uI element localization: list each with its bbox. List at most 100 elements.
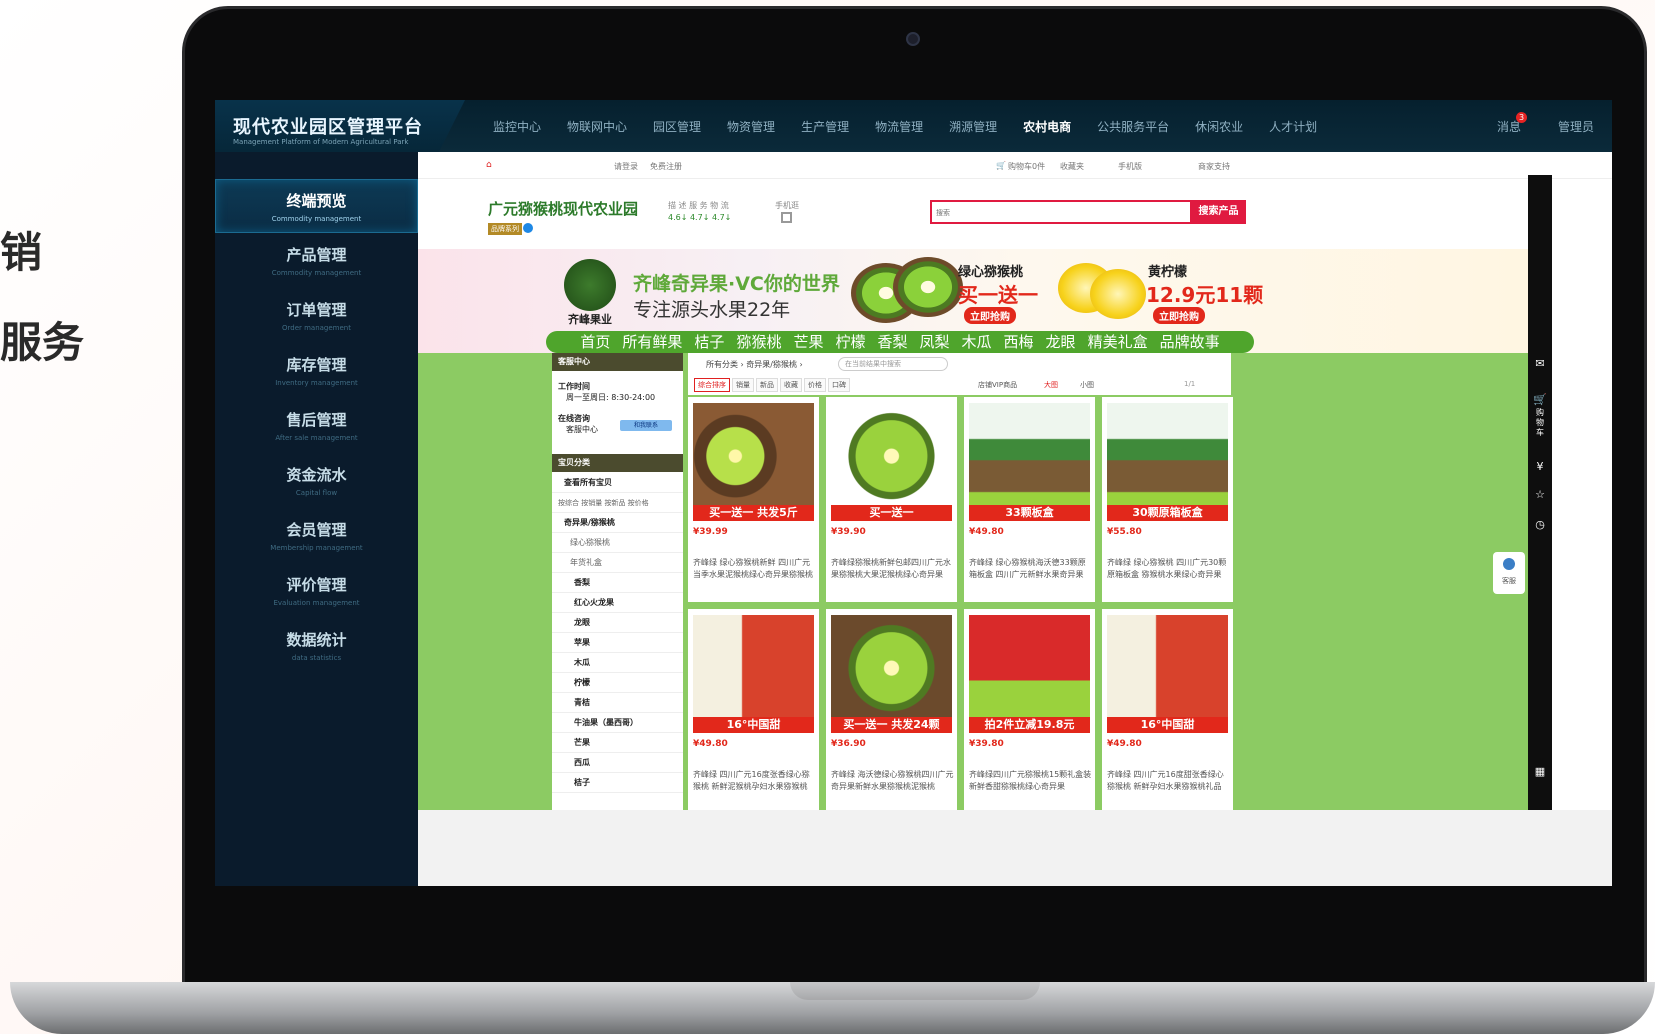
nav-list: 监控中心 物联网中心 园区管理 物资管理 生产管理 物流管理 溯源管理 农村电商… bbox=[493, 118, 1343, 135]
sidebar-item-products[interactable]: 产品管理 Commodity management bbox=[215, 234, 418, 288]
cat-kiwi-group[interactable]: 奇异果/猕猴桃 bbox=[552, 513, 683, 533]
login-link[interactable]: 请登录 bbox=[614, 161, 638, 172]
breadcrumb: 所有分类 › 奇异果/猕猴桃 › bbox=[706, 360, 803, 369]
sidebar-item-orders[interactable]: 订单管理 Order management bbox=[215, 289, 418, 343]
product-price: ¥36.90 bbox=[831, 739, 866, 749]
cat-sub-item[interactable]: 年货礼盒 bbox=[552, 553, 683, 573]
sidebar-item-after-sale[interactable]: 售后管理 After sale management bbox=[215, 399, 418, 453]
search-button[interactable]: 搜索产品 bbox=[1191, 200, 1246, 224]
contact-button[interactable]: 和我联系 bbox=[620, 420, 672, 431]
product-card[interactable]: 买一送一 共发5斤 ¥39.99 齐峰绿 绿心猕猴桃新鲜 四川广元当季水果泥猴桃… bbox=[688, 397, 819, 602]
customer-service-widget[interactable]: 客服 bbox=[1493, 552, 1525, 594]
cat-prune[interactable]: 西梅 bbox=[1004, 331, 1034, 353]
nav-item-public-service[interactable]: 公共服务平台 bbox=[1097, 118, 1169, 135]
sort-sales[interactable]: 销量 bbox=[732, 378, 754, 392]
sort-favorite[interactable]: 收藏 bbox=[780, 378, 802, 392]
sort-price[interactable]: 价格 bbox=[804, 378, 826, 392]
search-input[interactable] bbox=[936, 206, 1176, 220]
cat-brand-story[interactable]: 品牌故事 bbox=[1160, 331, 1220, 353]
cat-pineapple[interactable]: 凤梨 bbox=[920, 331, 950, 353]
cat-longan[interactable]: 龙眼 bbox=[1046, 331, 1076, 353]
register-link[interactable]: 免费注册 bbox=[650, 161, 682, 172]
product-desc: 齐峰绿四川广元猕猴桃15颗礼盒装 新鲜香甜猕猴桃绿心奇异果 bbox=[969, 770, 1092, 791]
breadcrumb-all[interactable]: 所有分类 bbox=[706, 360, 738, 369]
product-card[interactable]: 33颗板盒 ¥49.80 齐峰绿 绿心猕猴桃海沃德33颗原箱板盒 四川广元新鲜水… bbox=[964, 397, 1095, 602]
home-icon[interactable]: ⌂ bbox=[486, 160, 492, 170]
sidebar-item-members[interactable]: 会员管理 Membership management bbox=[215, 509, 418, 563]
star-icon[interactable]: ☆ bbox=[1533, 488, 1547, 501]
nav-item-ecommerce[interactable]: 农村电商 bbox=[1023, 118, 1071, 135]
product-card[interactable]: 拍2件立减19.8元 ¥39.80 齐峰绿四川广元猕猴桃15颗礼盒装 新鲜香甜猕… bbox=[964, 609, 1095, 810]
yen-icon[interactable]: ¥ bbox=[1533, 460, 1547, 473]
breadcrumb-current[interactable]: 奇异果/猕猴桃 bbox=[746, 360, 797, 369]
cart-icon[interactable]: 🛒 bbox=[1533, 393, 1547, 406]
cat-item[interactable]: 青桔 bbox=[552, 693, 683, 713]
cat-item[interactable]: 柠檬 bbox=[552, 673, 683, 693]
cat-sort-links[interactable]: 按综合 按销量 按新品 按价格 bbox=[552, 493, 683, 513]
cart-label[interactable]: 购物车 bbox=[1533, 408, 1547, 438]
info-icon[interactable] bbox=[523, 223, 533, 233]
qr-code-icon[interactable]: ▦ bbox=[1533, 765, 1547, 778]
cat-item[interactable]: 龙眼 bbox=[552, 613, 683, 633]
cat-pear[interactable]: 香梨 bbox=[877, 331, 907, 353]
cart-icon[interactable]: 🛒 bbox=[996, 161, 1006, 170]
nav-item-monitor[interactable]: 监控中心 bbox=[493, 118, 541, 135]
cat-item[interactable]: 芒果 bbox=[552, 733, 683, 753]
cat-item[interactable]: 苹果 bbox=[552, 633, 683, 653]
cart-link[interactable]: 购物车0件 bbox=[1008, 161, 1045, 172]
product-card[interactable]: 买一送一 共发24颗 ¥36.90 齐峰绿 海沃德绿心猕猴桃四川广元 奇异果新鲜… bbox=[826, 609, 957, 810]
cat-kiwi[interactable]: 猕猴桃 bbox=[736, 331, 781, 353]
nav-item-leisure[interactable]: 休闲农业 bbox=[1195, 118, 1243, 135]
cat-all-fresh[interactable]: 所有鲜果 bbox=[622, 331, 682, 353]
admin-link[interactable]: 管理员 bbox=[1558, 118, 1594, 135]
cat-all-items[interactable]: 查看所有宝贝 bbox=[552, 473, 683, 493]
sort-composite[interactable]: 综合排序 bbox=[694, 378, 730, 392]
tree-logo-icon bbox=[564, 259, 616, 311]
view-small-toggle[interactable]: 小图 bbox=[1080, 380, 1094, 390]
nav-item-materials[interactable]: 物资管理 bbox=[727, 118, 775, 135]
result-search-input[interactable]: 在当前结果中搜索 bbox=[838, 357, 948, 371]
mobile-link[interactable]: 手机版 bbox=[1118, 161, 1142, 172]
cat-home[interactable]: 首页 bbox=[580, 331, 610, 353]
cat-gift-box[interactable]: 精美礼盒 bbox=[1088, 331, 1148, 353]
cat-item[interactable]: 木瓜 bbox=[552, 653, 683, 673]
sidebar-item-capital[interactable]: 资金流水 Capital flow bbox=[215, 454, 418, 508]
cat-sub-item[interactable]: 绿心猕猴桃 bbox=[552, 533, 683, 553]
sidebar-item-inventory[interactable]: 库存管理 Inventory management bbox=[215, 344, 418, 398]
sort-new[interactable]: 新品 bbox=[756, 378, 778, 392]
nav-item-iot[interactable]: 物联网中心 bbox=[567, 118, 627, 135]
history-icon[interactable]: ◷ bbox=[1533, 518, 1547, 531]
sidebar-item-preview[interactable]: 终端预览 Commodity management bbox=[215, 179, 418, 233]
cat-mango[interactable]: 芒果 bbox=[793, 331, 823, 353]
cat-papaya[interactable]: 木瓜 bbox=[962, 331, 992, 353]
sidebar-item-stats[interactable]: 数据统计 data statistics bbox=[215, 619, 418, 673]
view-large-toggle[interactable]: 大图 bbox=[1044, 380, 1058, 390]
nav-item-production[interactable]: 生产管理 bbox=[801, 118, 849, 135]
lemon-buy-button[interactable]: 立即抢购 bbox=[1153, 307, 1205, 324]
sidebar-item-reviews[interactable]: 评价管理 Evaluation management bbox=[215, 564, 418, 618]
product-card[interactable]: 16°中国甜 ¥49.80 齐峰绿 四川广元16度张香绿心猕猴桃 新鲜泥猴桃孕妇… bbox=[688, 609, 819, 810]
product-card[interactable]: 16°中国甜 ¥49.80 齐峰绿 四川广元16度甜张香绿心猕猴桃 新鲜孕妇水果… bbox=[1102, 609, 1233, 810]
product-card[interactable]: 30颗原箱板盒 ¥55.80 齐峰绿 绿心猕猴桃 四川广元30颗原箱板盒 猕猴桃… bbox=[1102, 397, 1233, 602]
cat-item[interactable]: 桔子 bbox=[552, 773, 683, 793]
favorite-link[interactable]: 收藏夹 bbox=[1060, 161, 1084, 172]
cat-item[interactable]: 西瓜 bbox=[552, 753, 683, 773]
cat-lemon[interactable]: 柠檬 bbox=[835, 331, 865, 353]
nav-item-trace[interactable]: 溯源管理 bbox=[949, 118, 997, 135]
cat-item[interactable]: 红心火龙果 bbox=[552, 593, 683, 613]
kiwi-buy-button[interactable]: 立即抢购 bbox=[964, 307, 1016, 324]
nav-item-logistics[interactable]: 物流管理 bbox=[875, 118, 923, 135]
qr-code-icon[interactable] bbox=[781, 212, 792, 223]
sort-reputation[interactable]: 口碑 bbox=[828, 378, 850, 392]
shop-name[interactable]: 广元猕猴桃现代农业园 bbox=[488, 198, 638, 219]
grid-header: 所有分类 › 奇异果/猕猴桃 › 在当前结果中搜索 综合排序 销量 新品 收藏 … bbox=[688, 353, 1231, 395]
mail-icon[interactable]: ✉ bbox=[1533, 357, 1547, 370]
cat-item[interactable]: 香梨 bbox=[552, 573, 683, 593]
seller-support-link[interactable]: 商家支持 bbox=[1198, 161, 1230, 172]
cat-item[interactable]: 牛油果（墨西哥） bbox=[552, 713, 683, 733]
product-card[interactable]: 买一送一 ¥39.90 齐峰绿猕猴桃新鲜包邮四川广元水果猕猴桃大果泥猴桃绿心奇异… bbox=[826, 397, 957, 602]
nav-item-park[interactable]: 园区管理 bbox=[653, 118, 701, 135]
vip-filter-checkbox[interactable]: 店铺VIP商品 bbox=[978, 380, 1017, 390]
cat-orange[interactable]: 桔子 bbox=[694, 331, 724, 353]
nav-item-talent[interactable]: 人才计划 bbox=[1269, 118, 1317, 135]
